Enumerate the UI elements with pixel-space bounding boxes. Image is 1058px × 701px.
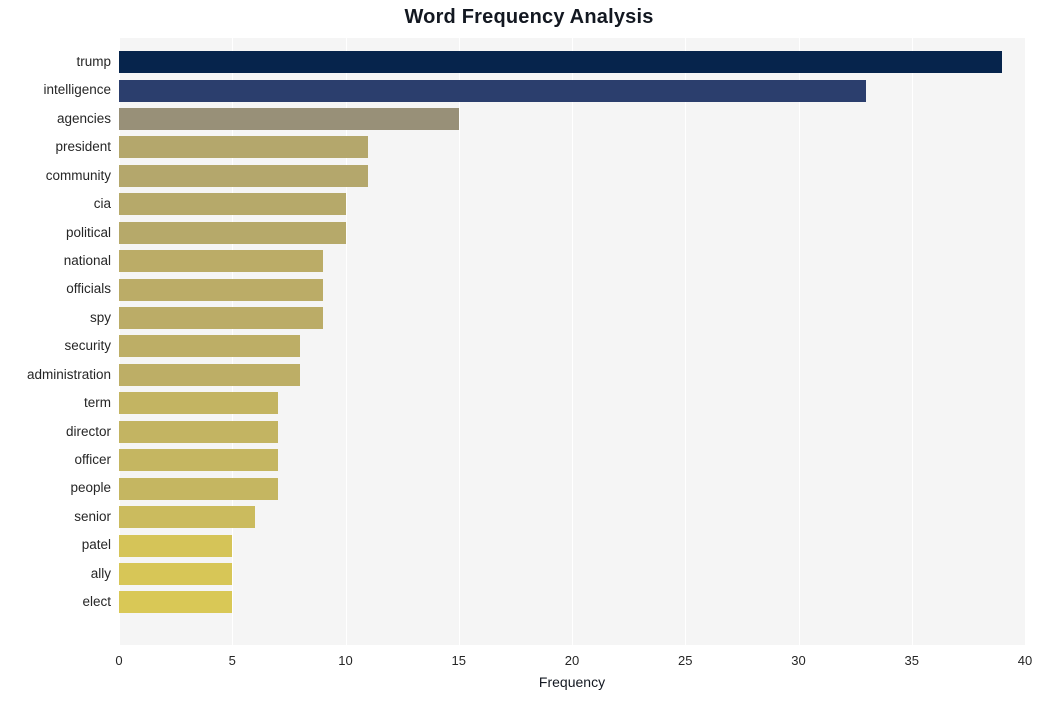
bar-row [119,48,1025,76]
y-tick-label-agencies: agencies [56,110,111,126]
bar-president [119,136,369,159]
x-tick-label-10: 10 [338,653,353,668]
y-tick-label-people: people [70,480,111,496]
y-tick-label-security: security [64,338,111,354]
bar-row [119,133,1025,161]
bar-cia [119,193,346,216]
chart-title: Word Frequency Analysis [404,6,654,28]
x-tick-label-30: 30 [791,653,806,668]
bar-row [119,446,1025,474]
bar-row [119,105,1025,133]
y-tick-label-officer: officer [74,452,111,468]
bar-senior [119,506,255,529]
bar-row [119,503,1025,531]
bar-patel [119,534,233,557]
bar-row [119,219,1025,247]
y-tick-label-trump: trump [76,54,111,69]
bar-row [119,531,1025,559]
gridline-x-40 [1025,38,1026,645]
bar-national [119,250,323,273]
x-tick-label-40: 40 [1017,653,1033,668]
bar-row [119,560,1025,588]
bar-political [119,221,346,244]
x-tick-label-0: 0 [115,653,123,668]
x-tick-label-5: 5 [228,653,236,668]
bar-row [119,588,1025,616]
bars-layer [119,38,1025,645]
bar-director [119,420,278,443]
bar-community [119,164,369,187]
y-tick-label-ally: ally [90,565,111,581]
bar-spy [119,307,323,330]
y-tick-label-officials: officials [66,281,111,297]
bar-row [119,389,1025,417]
bar-elect [119,591,233,614]
bar-administration [119,363,301,386]
bar-trump [119,51,1003,74]
y-tick-label-community: community [45,167,111,183]
bar-row [119,247,1025,275]
bar-ally [119,562,233,585]
y-tick-label-spy: spy [89,309,111,325]
x-axis-title: Frequency [538,674,606,690]
bar-officials [119,278,323,301]
bar-row [119,332,1025,360]
bar-officer [119,449,278,472]
x-tick-label-35: 35 [904,653,919,668]
y-tick-label-president: president [55,139,111,155]
y-tick-label-term: term [84,395,111,411]
bar-people [119,477,278,500]
bar-agencies [119,108,459,131]
bar-security [119,335,301,358]
bar-term [119,392,278,415]
y-axis: trump intelligence agencies president commun… [0,38,111,645]
bar-row [119,361,1025,389]
bar-row [119,275,1025,303]
y-tick-label-intelligence: intelligence [43,82,111,98]
x-tick-label-15: 15 [451,653,466,668]
bar-row [119,418,1025,446]
x-tick-label-25: 25 [678,653,693,668]
bar-row [119,474,1025,502]
bar-row [119,162,1025,190]
plot-area [119,38,1026,645]
y-tick-label-cia: cia [93,196,111,212]
word-frequency-chart: Word Frequency Analysis trump intelligenc… [0,0,1058,701]
y-tick-label-administration: administration [26,366,111,382]
y-tick-label-political: political [65,224,111,240]
bar-row [119,76,1025,104]
x-axis: 0 5 10 15 20 25 30 35 40 [115,645,1032,675]
y-tick-label-elect: elect [82,594,111,610]
y-tick-label-national: national [63,253,111,269]
bar-intelligence [119,79,867,102]
y-tick-label-patel: patel [81,537,111,553]
y-tick-label-senior: senior [74,508,111,524]
y-tick-label-director: director [65,423,111,439]
bar-row [119,304,1025,332]
bar-row [119,190,1025,218]
x-tick-label-20: 20 [564,653,580,668]
